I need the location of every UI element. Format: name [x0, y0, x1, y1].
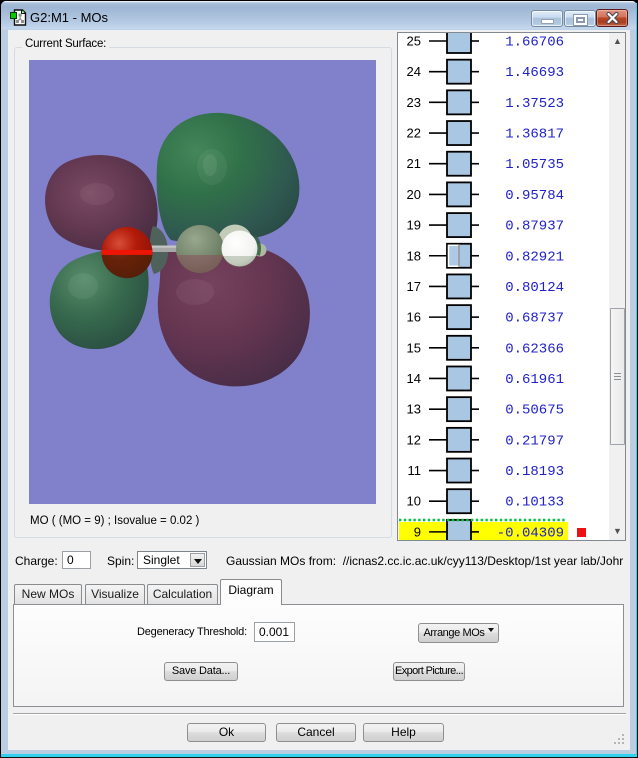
svg-text:-0.04309: -0.04309	[497, 525, 564, 540]
svg-text:0.68737: 0.68737	[505, 311, 564, 327]
svg-text:15: 15	[407, 340, 421, 355]
svg-text:13: 13	[407, 402, 421, 417]
svg-text:19: 19	[407, 218, 421, 233]
svg-text:1.36817: 1.36817	[505, 127, 564, 143]
svg-text:24: 24	[407, 64, 421, 79]
svg-text:10: 10	[407, 494, 421, 509]
svg-text:1.66706: 1.66706	[505, 35, 564, 51]
svg-text:20: 20	[407, 187, 421, 202]
svg-text:0.61961: 0.61961	[505, 372, 564, 388]
svg-text:11: 11	[408, 463, 422, 478]
svg-text:0.10133: 0.10133	[505, 495, 564, 511]
svg-text:16: 16	[407, 310, 421, 325]
svg-text:0.18193: 0.18193	[505, 464, 564, 480]
svg-text:0.62366: 0.62366	[505, 341, 564, 357]
svg-text:1.46693: 1.46693	[505, 65, 564, 81]
svg-text:18: 18	[407, 248, 421, 263]
svg-text:1.05735: 1.05735	[505, 157, 564, 173]
svg-text:0.50675: 0.50675	[505, 403, 564, 419]
svg-text:17: 17	[407, 279, 421, 294]
svg-text:12: 12	[407, 432, 421, 447]
svg-text:23: 23	[407, 95, 421, 110]
svg-text:14: 14	[407, 371, 421, 386]
svg-text:1.37523: 1.37523	[505, 96, 564, 112]
svg-text:0.82921: 0.82921	[505, 249, 564, 265]
svg-text:9: 9	[414, 524, 421, 539]
svg-text:22: 22	[407, 126, 421, 141]
svg-text:21: 21	[407, 156, 421, 171]
svg-text:0.21797: 0.21797	[505, 433, 564, 449]
svg-text:0.80124: 0.80124	[505, 280, 564, 296]
svg-text:0.87937: 0.87937	[505, 219, 564, 235]
svg-text:25: 25	[407, 34, 421, 49]
svg-text:0.95784: 0.95784	[505, 188, 564, 204]
